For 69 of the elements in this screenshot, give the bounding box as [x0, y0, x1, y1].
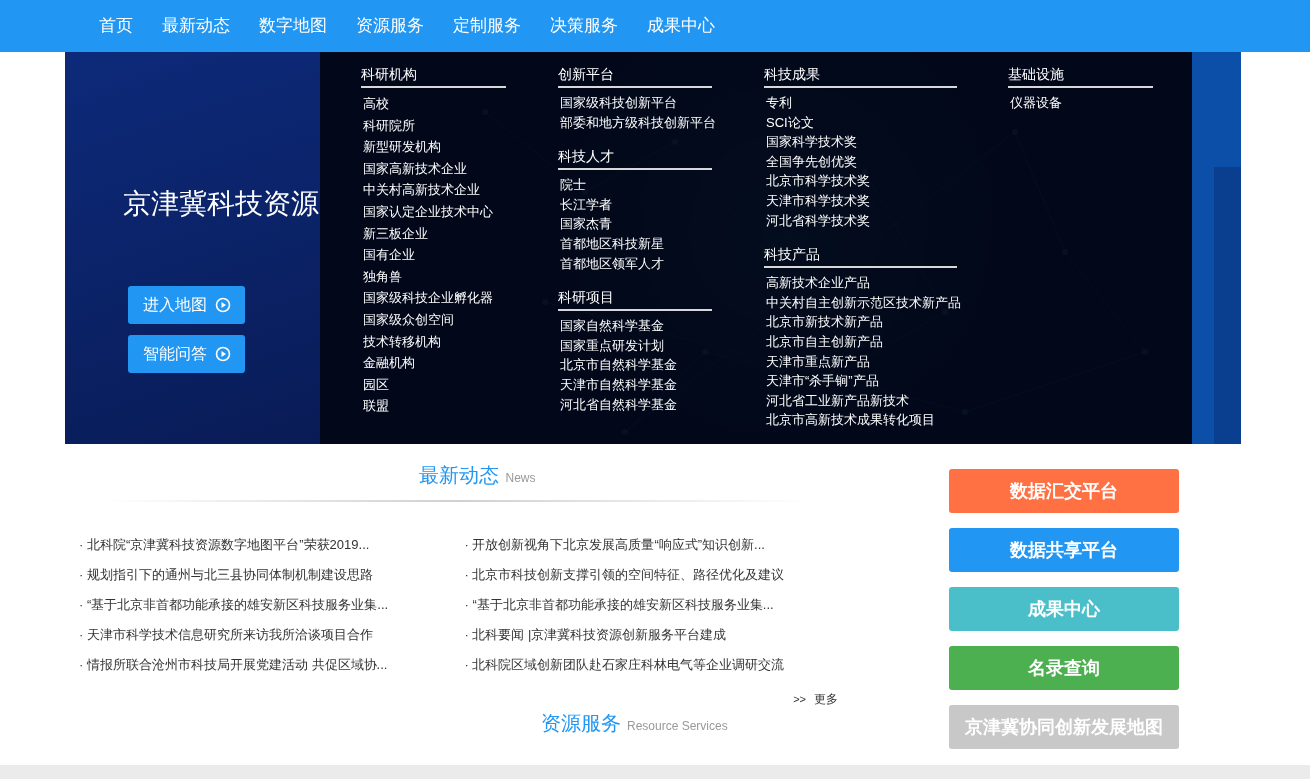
news-link[interactable]: · 情报所联合沧州市科技局开展党建活动 共促区域协...: [79, 650, 388, 680]
menu-item[interactable]: 天津市自然科学基金: [560, 374, 677, 395]
menu-item[interactable]: 国家重点研发计划: [560, 335, 664, 356]
news-link[interactable]: · “基于北京非首都功能承接的雄安新区科技服务业集...: [79, 590, 389, 620]
menu-item[interactable]: 科研院所: [363, 114, 415, 137]
play-circle-icon: [214, 346, 231, 362]
menu-item[interactable]: 北京市科学技术奖: [766, 171, 870, 191]
menu-item[interactable]: 专利: [766, 93, 792, 113]
menu-heading: 科研机构: [361, 64, 506, 88]
menu-item[interactable]: 高新技术企业产品: [766, 273, 870, 293]
menu-item[interactable]: 中关村高新技术企业: [363, 179, 480, 201]
menu-heading: 科研项目: [558, 287, 712, 312]
news-link[interactable]: · 规划指引下的通州与北三县协同体制机制建设思路: [79, 560, 373, 590]
section-title: 最新动态: [419, 463, 500, 488]
menu-heading: 科技人才: [558, 146, 712, 171]
menu-item[interactable]: 河北省自然科学基金: [560, 394, 677, 415]
more-arrow-text: >>: [793, 691, 806, 707]
menu-item[interactable]: 长江学者: [560, 194, 612, 215]
section-subtitle: News: [505, 470, 536, 487]
menu-item[interactable]: 天津市重点新产品: [766, 351, 870, 372]
news-link[interactable]: · 北科院“京津冀科技资源数字地图平台”荣获2019...: [79, 530, 370, 560]
news-link[interactable]: · 开放创新视角下北京发展高质量“响应式”知识创新...: [464, 530, 765, 560]
news-link[interactable]: · “基于北京非首都功能承接的雄安新区科技服务业集...: [464, 590, 774, 620]
menu-heading: 科技产品: [764, 244, 957, 269]
menu-item[interactable]: 国家级科技企业孵化器: [363, 287, 493, 309]
play-circle-icon: [214, 297, 231, 313]
menu-item[interactable]: 北京市自主创新产品: [766, 331, 883, 352]
menu-item[interactable]: 国家认定企业技术中心: [363, 200, 493, 223]
news-link[interactable]: · 北京市科技创新支撑引领的空间特征、路径优化及建议: [464, 560, 785, 590]
menu-item[interactable]: 天津市“杀手锏”产品: [766, 371, 879, 391]
menu-item[interactable]: 国家自然科学基金: [560, 316, 664, 336]
menu-item[interactable]: 仪器设备: [1010, 93, 1062, 113]
menu-item[interactable]: 独角兽: [363, 265, 402, 288]
news-link[interactable]: · 北科院区域创新团队赴石家庄科林电气等企业调研交流: [464, 650, 785, 680]
section-title: 资源服务: [541, 711, 621, 736]
menu-item[interactable]: 国家高新技术企业: [363, 157, 467, 180]
menu-item[interactable]: 首都地区领军人才: [560, 253, 664, 274]
menu-item[interactable]: 河北省科学技术奖: [766, 210, 870, 231]
menu-item[interactable]: 国家级众创空间: [363, 308, 454, 331]
news-link[interactable]: · 天津市科学技术信息研究所来访我所洽谈项目合作: [79, 620, 373, 650]
menu-item[interactable]: 北京市自然科学基金: [560, 355, 677, 375]
menu-heading: 创新平台: [558, 64, 712, 88]
menu-item[interactable]: 国家杰青: [560, 214, 612, 234]
more-link[interactable]: 更多: [814, 690, 838, 708]
menu-item[interactable]: 新型研发机构: [363, 136, 441, 158]
menu-item[interactable]: 技术转移机构: [363, 330, 441, 353]
menu-item[interactable]: 园区: [363, 373, 389, 396]
menu-item[interactable]: 首都地区科技新星: [560, 233, 664, 254]
menu-item[interactable]: 国家科学技术奖: [766, 132, 857, 152]
news-link[interactable]: · 北科要闻 |京津冀科技资源创新服务平台建成: [464, 620, 727, 650]
menu-item[interactable]: 部委和地方级科技创新平台: [560, 112, 716, 133]
banner-title: 京津冀科技资源: [123, 187, 319, 221]
menu-item[interactable]: 全国争先创优奖: [766, 151, 857, 172]
menu-item[interactable]: 高校: [363, 93, 389, 115]
menu-item[interactable]: 联盟: [363, 395, 389, 417]
menu-item[interactable]: SCI论文: [766, 112, 814, 133]
menu-heading: 科技成果: [764, 64, 957, 88]
menu-heading: 基础设施: [1008, 64, 1153, 88]
menu-item[interactable]: 金融机构: [363, 352, 415, 374]
menu-item[interactable]: 院士: [560, 175, 586, 195]
menu-item[interactable]: 天津市科学技术奖: [766, 190, 870, 211]
menu-item[interactable]: 国家级科技创新平台: [560, 93, 677, 113]
menu-item[interactable]: 北京市新技术新产品: [766, 312, 883, 332]
section-subtitle: Resource Services: [627, 718, 728, 735]
menu-item[interactable]: 国有企业: [363, 244, 415, 266]
menu-item[interactable]: 新三板企业: [363, 222, 428, 245]
menu-item[interactable]: 河北省工业新产品新技术: [766, 390, 909, 411]
menu-item[interactable]: 中关村自主创新示范区技术新产品: [766, 292, 961, 313]
menu-item[interactable]: 北京市高新技术成果转化项目: [766, 410, 935, 430]
